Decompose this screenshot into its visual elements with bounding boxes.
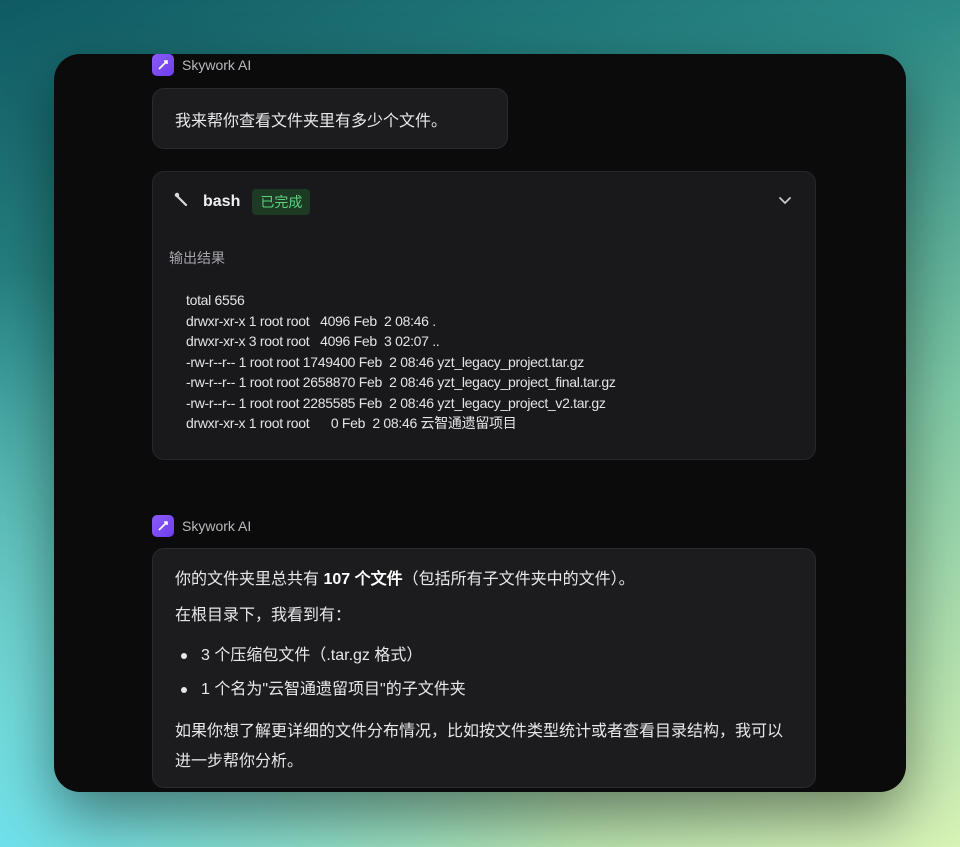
output-line: drwxr-xr-x 3 root root 4096 Feb 3 02:07 …: [186, 333, 440, 349]
list-item-text: 3 个压缩包文件（.tar.gz 格式）: [201, 647, 423, 664]
message-sender: Skywork AI: [152, 515, 251, 537]
tool-name: bash: [203, 193, 241, 210]
list-item: 1 个名为"云智通遗留项目"的子文件夹: [175, 673, 793, 707]
reply-summary: 你的文件夹里总共有 107 个文件（包括所有子文件夹中的文件）。: [175, 569, 793, 591]
wrench-icon: [173, 191, 191, 214]
status-badge: 已完成: [252, 189, 311, 215]
skywork-logo-icon: [152, 54, 174, 76]
command-output: total 6556 drwxr-xr-x 1 root root 4096 Fe…: [186, 290, 616, 434]
output-line: -rw-r--r-- 1 root root 2285585 Feb 2 08:…: [186, 394, 606, 411]
skywork-logo-icon: [152, 515, 174, 537]
reply-text: （包括所有子文件夹中的文件）。: [402, 571, 635, 588]
assistant-message: 我来帮你查看文件夹里有多少个文件。: [152, 88, 508, 149]
output-line: -rw-r--r-- 1 root root 2658870 Feb 2 08:…: [186, 374, 616, 390]
message-text: 我来帮你查看文件夹里有多少个文件。: [175, 112, 448, 130]
file-count: 107 个文件: [323, 571, 403, 588]
reply-followup: 如果你想了解更详细的文件分布情况，比如按文件类型统计或者查看目录结构，我可以进一…: [175, 723, 784, 770]
reply-text: 你的文件夹里总共有: [175, 571, 324, 588]
output-line: total 6556: [186, 292, 245, 308]
reply-intro: 在根目录下，我看到有：: [175, 607, 352, 624]
output-label: 输出结果: [169, 250, 225, 266]
sender-name: Skywork AI: [182, 518, 252, 534]
list-item-text: 1 个名为"云智通遗留项目"的子文件夹: [201, 681, 466, 698]
assistant-reply: 你的文件夹里总共有 107 个文件（包括所有子文件夹中的文件）。 在根目录下，我…: [152, 548, 816, 788]
tool-header[interactable]: bash 已完成: [173, 189, 311, 215]
bullet-list: 3 个压缩包文件（.tar.gz 格式） 1 个名为"云智通遗留项目"的子文件夹: [175, 639, 793, 707]
sender-name: Skywork AI: [182, 57, 252, 73]
chevron-down-icon[interactable]: [777, 192, 793, 213]
bullet-icon: [181, 687, 187, 693]
output-line: drwxr-xr-x 1 root root 0 Feb 2 08:46 云智通…: [186, 415, 517, 431]
tool-call-card: bash 已完成 输出结果 total 6556 drwxr-xr-x 1 roo…: [152, 171, 816, 460]
output-line: -rw-r--r-- 1 root root 1749400 Feb 2 08:…: [186, 353, 584, 370]
message-sender: Skywork AI: [152, 54, 251, 76]
list-item: 3 个压缩包文件（.tar.gz 格式）: [175, 639, 793, 673]
output-line: drwxr-xr-x 1 root root 4096 Feb 2 08:46 …: [186, 312, 436, 329]
bullet-icon: [181, 653, 187, 659]
chat-window: Skywork AI 我来帮你查看文件夹里有多少个文件。 bash 已完成 输出…: [54, 54, 906, 792]
